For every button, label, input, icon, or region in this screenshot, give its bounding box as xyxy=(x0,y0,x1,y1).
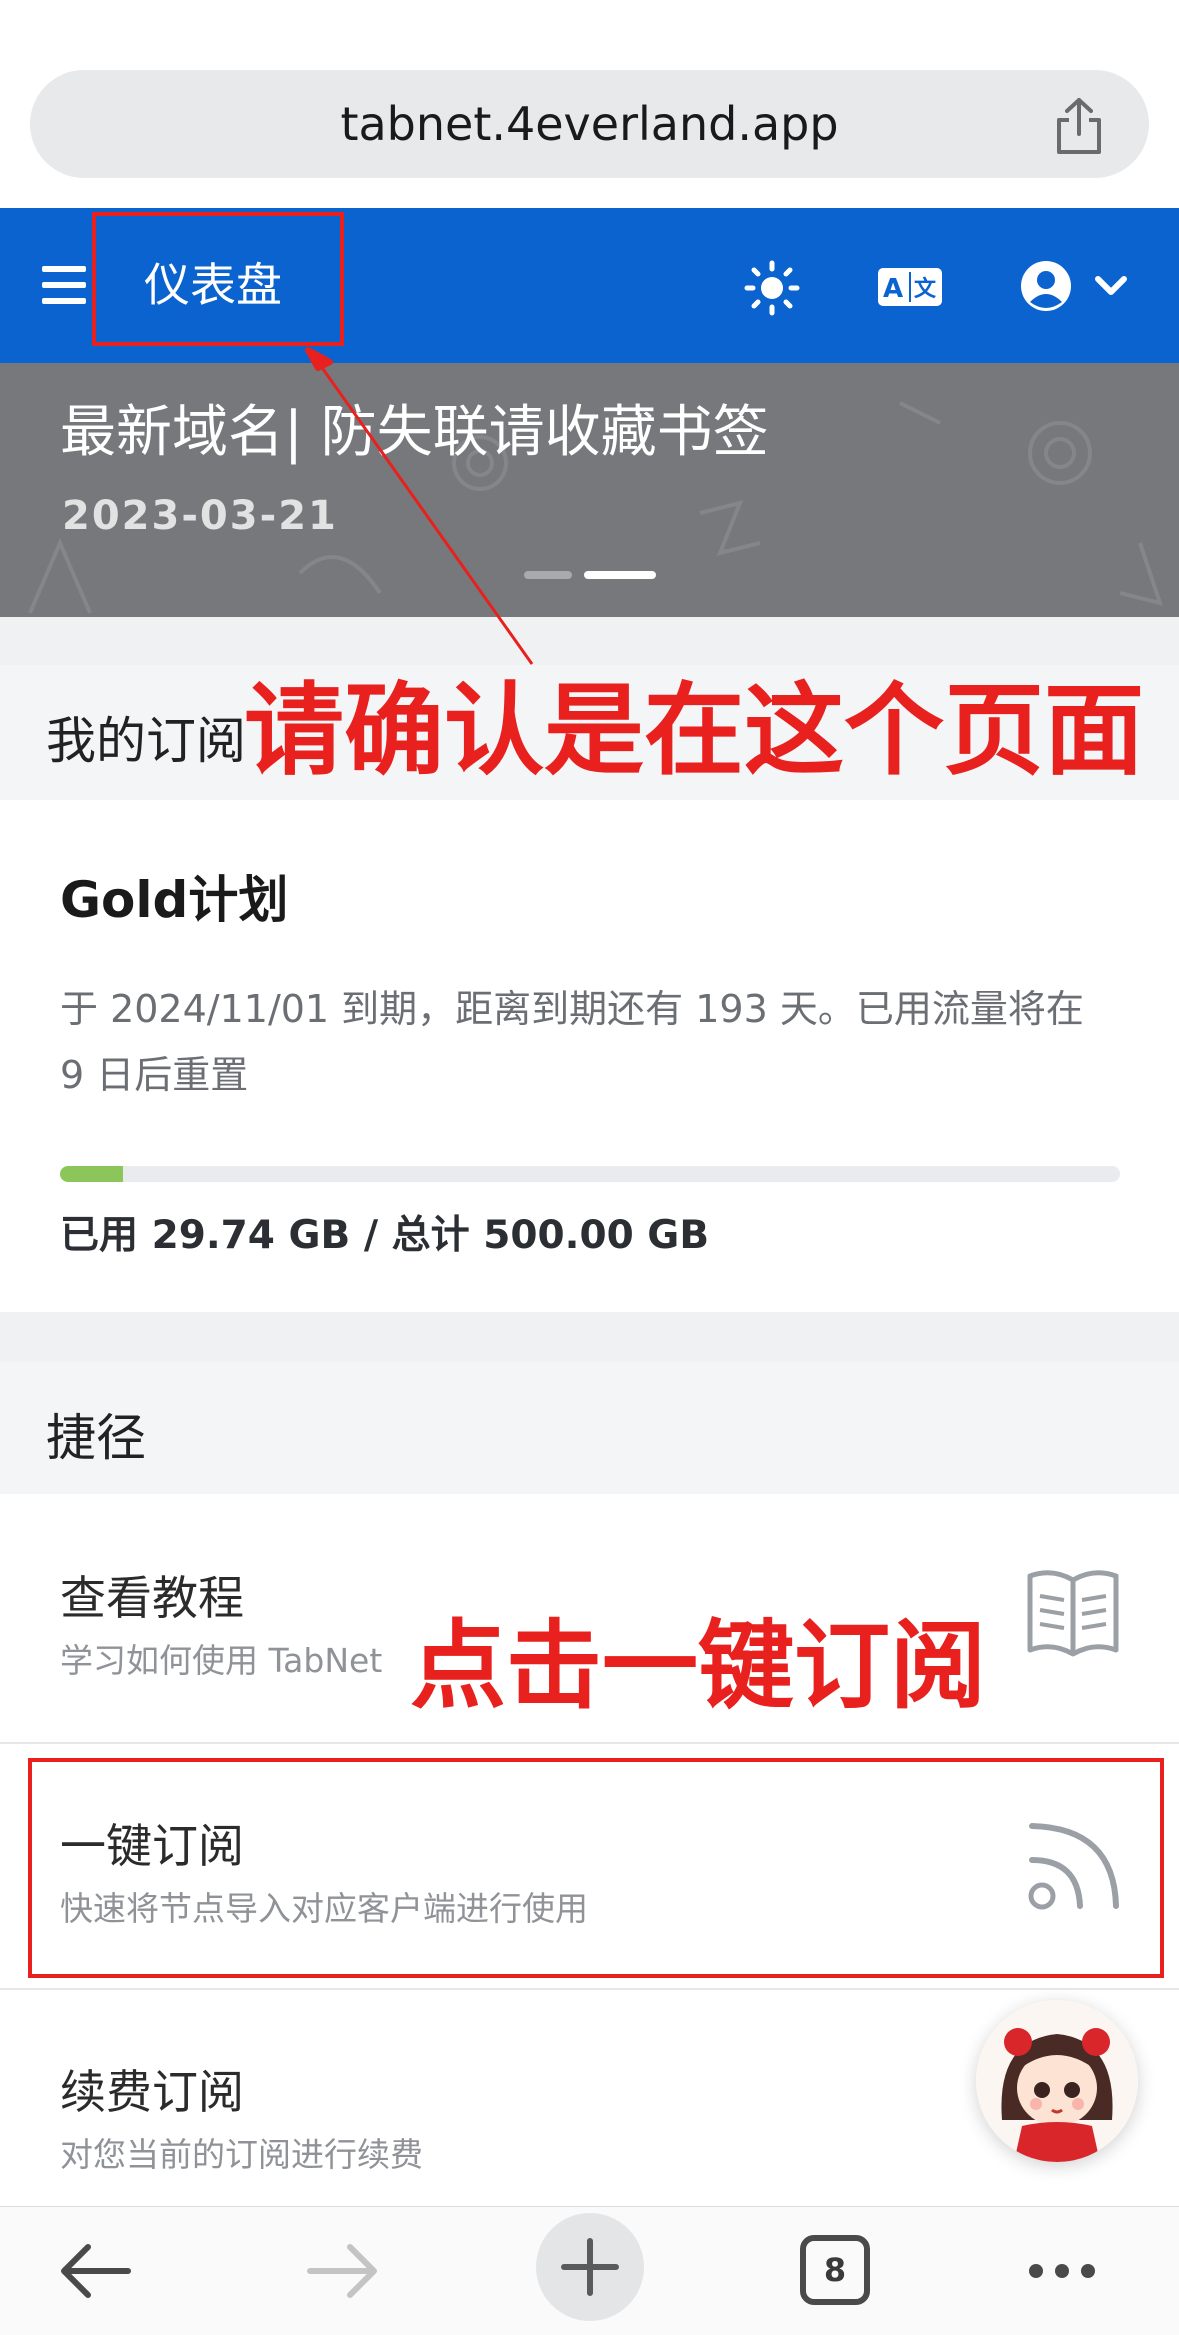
svg-text:文: 文 xyxy=(914,276,937,302)
user-avatar-icon[interactable] xyxy=(1020,260,1072,312)
subscription-section-label: 我的订阅 xyxy=(46,712,246,770)
new-tab-button[interactable] xyxy=(536,2213,644,2321)
shortcut-desc: 对您当前的订阅进行续费 xyxy=(60,2135,423,2174)
section-gap xyxy=(0,1312,1179,1362)
traffic-usage-text: 已用 29.74 GB / 总计 500.00 GB xyxy=(60,1213,710,1258)
url-text[interactable]: tabnet.4everland.app xyxy=(30,70,1149,178)
subscription-plan-card: Gold计划 于 2024/11/01 到期，距离到期还有 193 天。已用流量… xyxy=(0,800,1179,1312)
back-arrow-icon[interactable] xyxy=(58,2241,132,2301)
announcement-banner[interactable]: 最新域名| 防失联请收藏书签 2023-03-21 xyxy=(0,363,1179,617)
annotation-box-one-click-subscribe xyxy=(28,1758,1164,1978)
cartoon-girl-icon xyxy=(976,2000,1138,2162)
shortcut-title: 查看教程 xyxy=(60,1571,244,1625)
carousel-dot[interactable] xyxy=(524,571,572,579)
shortcuts-section-header: 捷径 xyxy=(0,1362,1179,1494)
chevron-down-icon[interactable] xyxy=(1094,274,1128,298)
carousel-dot-active[interactable] xyxy=(584,571,656,579)
support-chat-avatar[interactable] xyxy=(976,2000,1138,2162)
svg-text:A: A xyxy=(883,274,903,304)
banner-date: 2023-03-21 xyxy=(62,493,338,539)
tab-count-button[interactable]: 8 xyxy=(800,2235,870,2305)
traffic-progress-fill xyxy=(60,1166,124,1182)
shortcut-desc: 学习如何使用 TabNet xyxy=(60,1641,383,1680)
address-bar[interactable]: tabnet.4everland.app xyxy=(30,70,1149,178)
annotation-box-page-title xyxy=(92,212,344,346)
forward-arrow-icon[interactable] xyxy=(306,2241,380,2301)
shortcut-title: 续费订阅 xyxy=(60,2065,244,2119)
share-icon[interactable] xyxy=(1051,96,1107,156)
browser-address-area: tabnet.4everland.app xyxy=(0,0,1179,208)
language-translate-icon[interactable]: A 文 xyxy=(878,264,942,310)
browser-toolbar: 8 xyxy=(0,2206,1179,2335)
plan-name: Gold计划 xyxy=(60,871,289,929)
plus-icon xyxy=(561,2238,619,2296)
shortcuts-section-label: 捷径 xyxy=(46,1409,146,1467)
book-icon xyxy=(1027,1570,1119,1657)
section-gap xyxy=(0,617,1179,665)
annotation-click-subscribe-text: 点击一键订阅 xyxy=(410,1610,986,1722)
traffic-progress-bar xyxy=(60,1166,1120,1182)
more-options-icon[interactable] xyxy=(1028,2263,1096,2279)
plan-expiry-description: 于 2024/11/01 到期，距离到期还有 193 天。已用流量将在 9 日后… xyxy=(60,987,1084,1097)
theme-toggle-sun-icon[interactable] xyxy=(744,260,800,316)
banner-title: 最新域名| 防失联请收藏书签 xyxy=(60,400,769,465)
hamburger-menu-icon[interactable] xyxy=(42,266,86,304)
annotation-confirm-page-text: 请确认是在这个页面 xyxy=(244,672,1144,789)
